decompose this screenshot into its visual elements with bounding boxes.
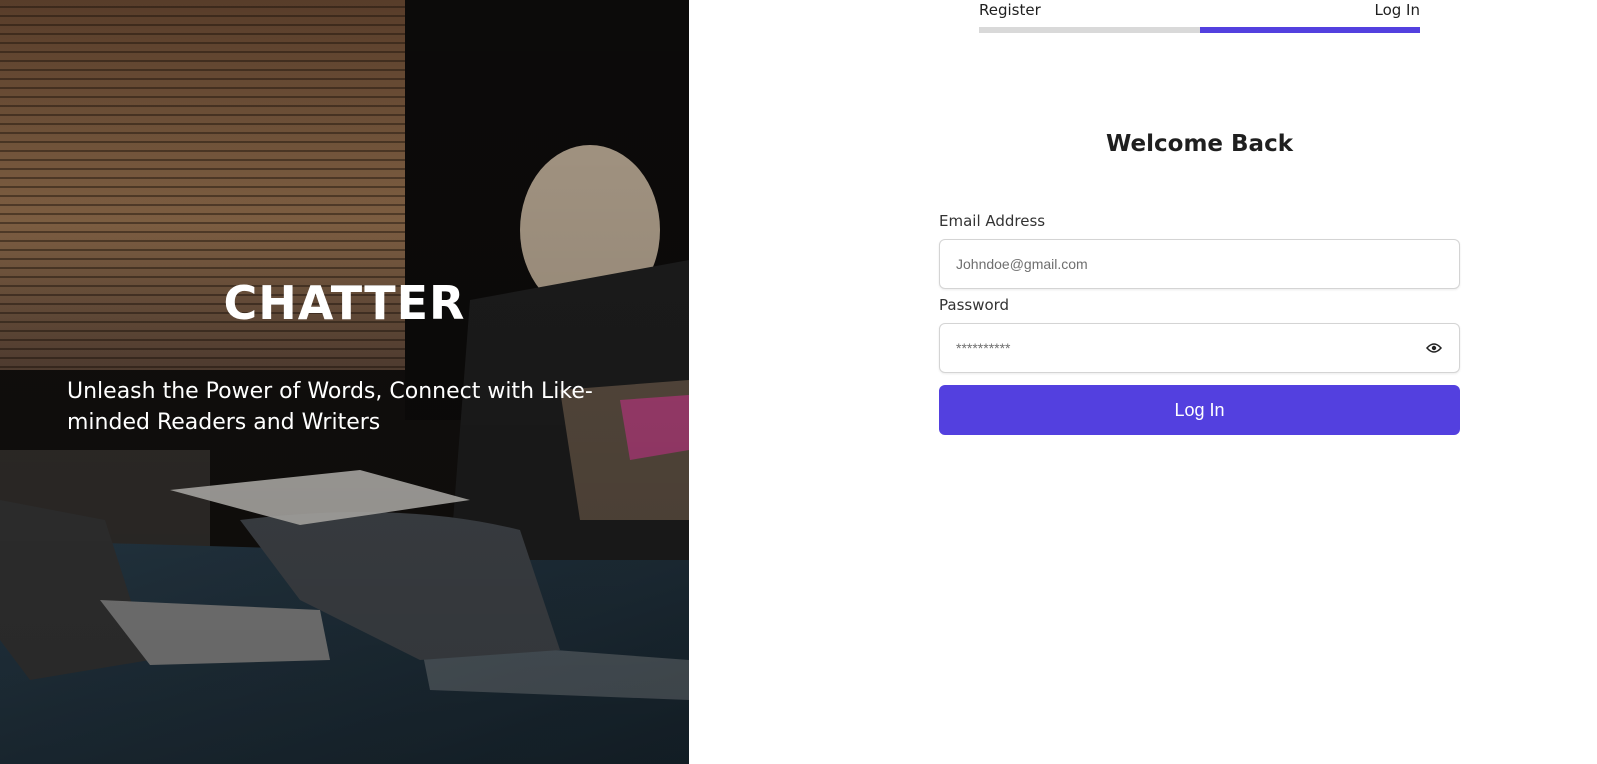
tab-labels: Register Log In [979,0,1420,27]
tab-indicator [979,27,1420,33]
brand-title: CHATTER [223,276,466,330]
password-label: Password [939,296,1010,314]
auth-tabs: Register Log In [979,0,1420,33]
auth-panel: Register Log In Welcome Back Email Addre… [689,0,1597,764]
login-button[interactable]: Log In [939,385,1460,435]
form-heading: Welcome Back [1105,131,1294,157]
hero-tagline: Unleash the Power of Words, Connect with… [67,379,593,435]
password-field-wrapper [939,323,1460,373]
password-field[interactable] [940,324,1459,372]
hero-panel: CHATTER Unleash the Power of Words, Conn… [0,0,689,764]
email-field[interactable] [940,240,1459,288]
tab-indicator-login [1199,27,1420,33]
tab-register[interactable]: Register [979,0,1041,27]
email-field-wrapper [939,239,1460,289]
tab-indicator-register [979,27,1200,33]
login-page: CHATTER Unleash the Power of Words, Conn… [0,0,1597,764]
eye-icon[interactable] [1425,341,1443,355]
tab-login[interactable]: Log In [1375,0,1421,27]
email-label: Email Address [939,212,1046,230]
